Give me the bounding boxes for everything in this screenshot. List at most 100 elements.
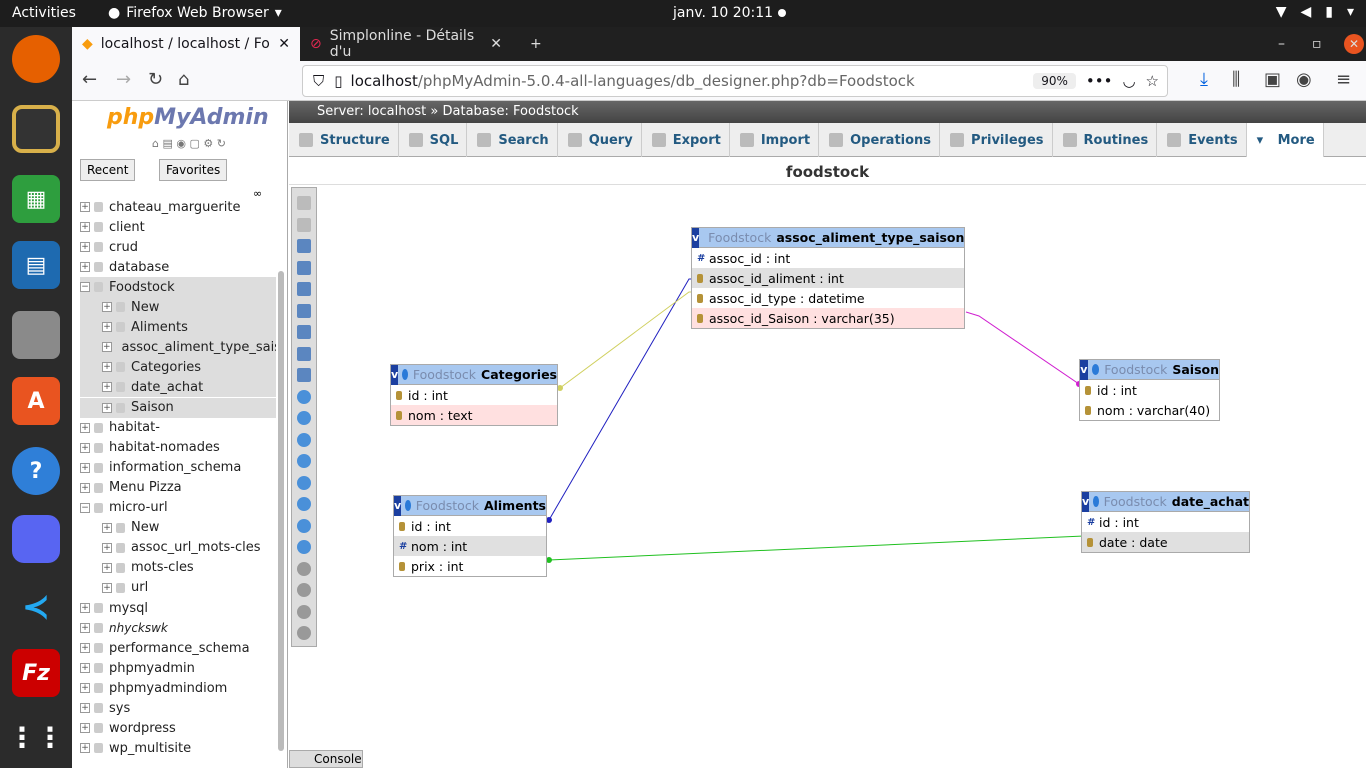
back-button[interactable]: ← xyxy=(82,69,97,90)
tree-item[interactable]: + assoc_url_mots-cles xyxy=(80,538,276,558)
table-column[interactable]: assoc_id_Saison : varchar(35) xyxy=(692,308,964,328)
system-tray[interactable]: ▼ ◀ ▮ ▾ xyxy=(1276,4,1354,20)
expand-icon[interactable]: + xyxy=(102,382,112,393)
expand-icon[interactable]: + xyxy=(80,623,90,634)
files-icon[interactable] xyxy=(12,311,60,359)
home-icon[interactable]: ⌂ xyxy=(178,69,189,90)
software-icon[interactable]: A xyxy=(12,377,60,425)
expand-icon[interactable]: + xyxy=(80,462,90,473)
tree-item[interactable]: − micro-url xyxy=(80,498,276,518)
tree-item[interactable]: + wp_multisite xyxy=(80,738,276,758)
filezilla-icon[interactable]: Fz xyxy=(12,649,60,697)
tree-item[interactable]: + date_achat xyxy=(80,377,276,398)
recent-button[interactable]: Recent xyxy=(80,159,136,181)
more-icon[interactable]: ••• xyxy=(1086,72,1113,90)
reload-button[interactable]: ↻ xyxy=(148,69,163,90)
expand-icon[interactable]: + xyxy=(80,703,90,714)
table-date_achat[interactable]: v Foodstock date_achat # id : int date : date xyxy=(1081,491,1250,553)
close-icon[interactable]: ✕ xyxy=(490,36,502,52)
pocket-icon[interactable]: ◡ xyxy=(1122,72,1135,90)
tree-item[interactable]: + client xyxy=(80,217,276,237)
expand-icon[interactable]: + xyxy=(80,663,90,674)
tree-item[interactable]: + Categories xyxy=(80,357,276,378)
expand-icon[interactable]: + xyxy=(80,422,90,433)
tree-item[interactable]: + phpmyadmindiom xyxy=(80,678,276,698)
tree-item[interactable]: + mysql xyxy=(80,598,276,618)
close-icon[interactable]: ✕ xyxy=(278,36,290,52)
expand-icon[interactable]: + xyxy=(80,643,90,654)
url-bar[interactable]: ⛉ ▯ localhost/phpMyAdmin-5.0.4-all-langu… xyxy=(302,65,1168,97)
table-column[interactable]: assoc_id_aliment : int xyxy=(692,268,964,288)
activities-button[interactable]: Activities xyxy=(12,5,76,21)
tree-item[interactable]: + chateau_marguerite xyxy=(80,197,276,217)
expand-icon[interactable]: + xyxy=(80,202,90,212)
gear-icon[interactable] xyxy=(1093,496,1099,507)
expand-icon[interactable]: + xyxy=(102,562,112,573)
table-categories[interactable]: v Foodstock Categories id : int nom : text xyxy=(390,364,558,426)
tree-item[interactable]: + Aliments xyxy=(80,317,276,338)
console-button[interactable]: Console xyxy=(289,750,363,768)
library-icon[interactable]: ⫼ xyxy=(1232,69,1240,90)
toggle-icon[interactable]: v xyxy=(692,227,700,248)
forward-button[interactable]: → xyxy=(116,69,131,90)
expand-icon[interactable]: − xyxy=(80,502,90,513)
expand-icon[interactable]: + xyxy=(80,482,90,493)
tree-item[interactable]: + nhyckswk xyxy=(80,618,276,638)
expand-icon[interactable]: + xyxy=(102,402,112,413)
tree-item[interactable]: + mots-cles xyxy=(80,558,276,578)
account-icon[interactable]: ◉ xyxy=(1296,69,1312,90)
rhythmbox-icon[interactable] xyxy=(12,105,60,153)
favorites-button[interactable]: Favorites xyxy=(159,159,228,181)
discord-icon[interactable] xyxy=(12,515,60,563)
sidebar-icon[interactable]: ▣ xyxy=(1264,69,1281,90)
tree-item[interactable]: + performance_schema xyxy=(80,638,276,658)
toggle-icon[interactable]: v xyxy=(391,364,399,385)
gear-icon[interactable] xyxy=(405,500,411,511)
table-column[interactable]: # nom : int xyxy=(394,536,546,556)
writer-icon[interactable]: ▤ xyxy=(12,241,60,289)
calc-icon[interactable]: ▦ xyxy=(12,175,60,223)
expand-icon[interactable]: + xyxy=(102,542,112,553)
sidebar-scrollbar[interactable] xyxy=(278,271,284,751)
app-menu[interactable]: ● Firefox Web Browser ▾ xyxy=(108,5,282,21)
tree-item[interactable]: + wordpress xyxy=(80,718,276,738)
toggle-icon[interactable]: v xyxy=(1080,359,1088,380)
expand-icon[interactable]: + xyxy=(80,262,90,273)
pma-logo[interactable]: phpMyAdmin xyxy=(107,105,269,130)
downloads-icon[interactable]: ⤓ xyxy=(1200,69,1208,90)
expand-icon[interactable]: + xyxy=(102,582,112,593)
tree-item[interactable]: + phpmyadmin xyxy=(80,658,276,678)
tree-item[interactable]: + crud xyxy=(80,237,276,257)
tree-item[interactable]: + url xyxy=(80,578,276,598)
table-column[interactable]: id : int xyxy=(1080,380,1219,400)
expand-icon[interactable]: + xyxy=(80,743,90,754)
gear-icon[interactable] xyxy=(1091,364,1100,375)
table-aliments[interactable]: v Foodstock Aliments id : int # nom : int prix… xyxy=(393,495,547,577)
vscode-icon[interactable]: ≺ xyxy=(12,583,60,631)
table-saison[interactable]: v Foodstock Saison id : int nom : varchar(40… xyxy=(1079,359,1220,421)
tree-item[interactable]: + Saison xyxy=(80,397,276,418)
table-header[interactable]: v Foodstock date_achat xyxy=(1082,491,1249,512)
tree-item[interactable]: + Menu Pizza xyxy=(80,478,276,498)
zoom-badge[interactable]: 90% xyxy=(1033,73,1076,89)
menu-icon[interactable]: ≡ xyxy=(1336,69,1351,90)
table-header[interactable]: v Foodstock Aliments xyxy=(394,495,546,516)
tab-phpmyadmin[interactable]: ◆ localhost / localhost / Fo ✕ xyxy=(72,27,300,61)
help-icon[interactable]: ? xyxy=(12,447,60,495)
table-assoc_aliment_type_saison[interactable]: v Foodstock assoc_aliment_type_saison # asso… xyxy=(691,227,965,329)
expand-icon[interactable]: + xyxy=(80,723,90,734)
clock[interactable]: janv. 10 20:11 xyxy=(673,5,773,21)
tree-item[interactable]: + database xyxy=(80,257,276,277)
table-header[interactable]: v Foodstock assoc_aliment_type_saison xyxy=(692,227,964,248)
tree-item[interactable]: + sys xyxy=(80,698,276,718)
firefox-dock-icon[interactable] xyxy=(12,35,60,83)
minimize-button[interactable]: – xyxy=(1268,27,1295,61)
table-column[interactable]: date : date xyxy=(1082,532,1249,552)
tab-simplonline[interactable]: ⊘ Simplonline - Détails d'u ✕ xyxy=(300,27,512,61)
table-column[interactable]: assoc_id_type : datetime xyxy=(692,288,964,308)
expand-icon[interactable]: + xyxy=(102,522,112,533)
expand-icon[interactable]: + xyxy=(102,322,112,333)
table-column[interactable]: # id : int xyxy=(1082,512,1249,532)
expand-icon[interactable]: + xyxy=(80,683,90,694)
table-column[interactable]: # assoc_id : int xyxy=(692,248,964,268)
